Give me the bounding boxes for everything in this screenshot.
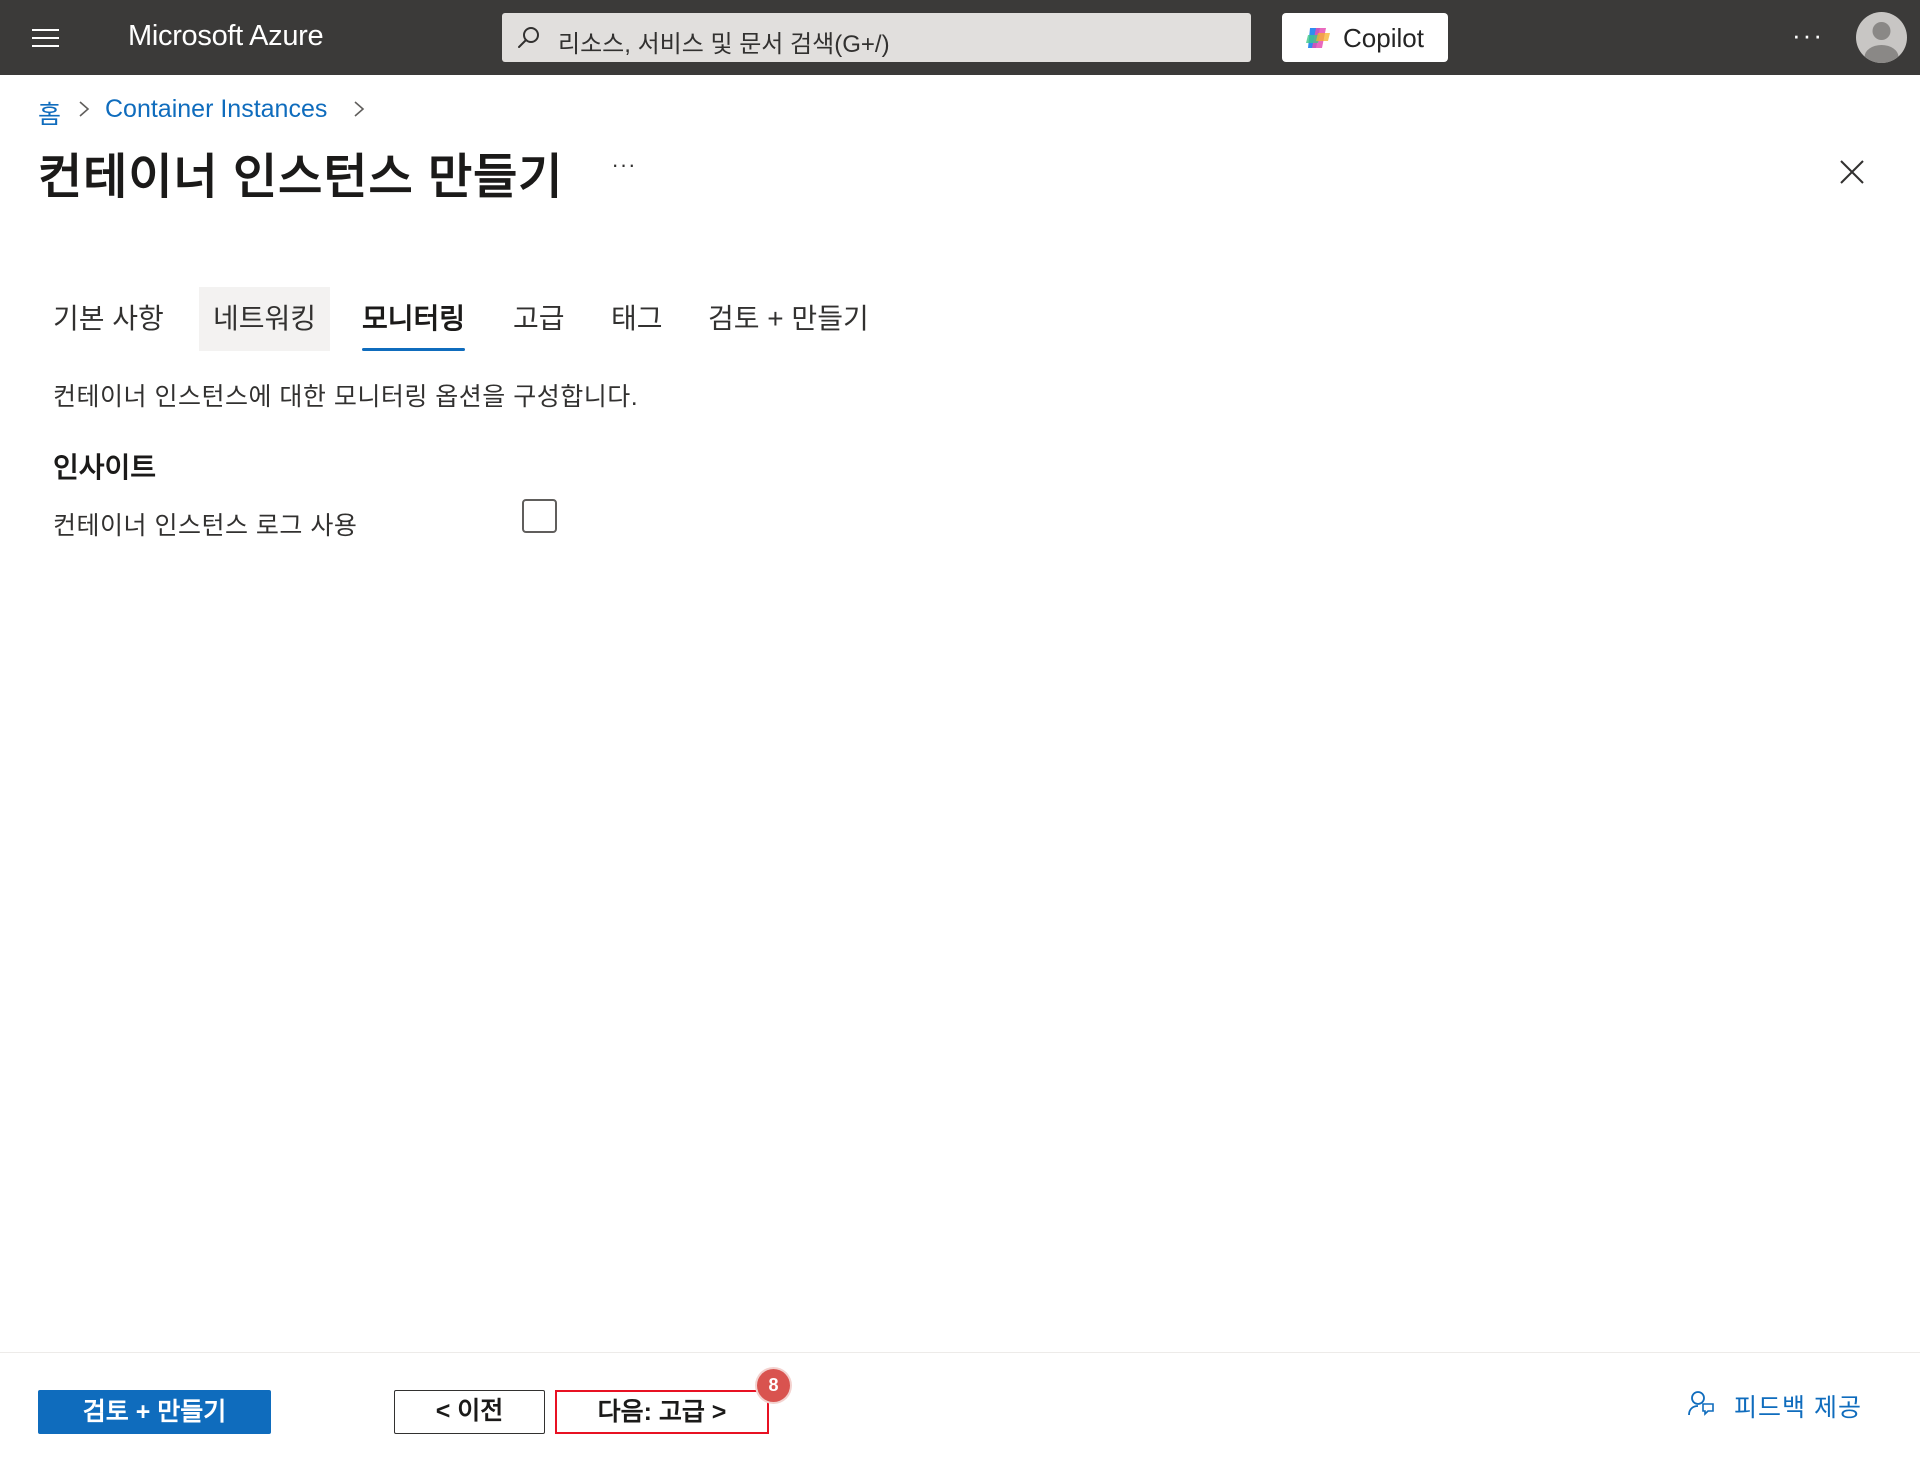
copilot-label: Copilot — [1343, 23, 1424, 53]
title-more-icon[interactable]: ··· — [604, 152, 644, 184]
search-placeholder: 리소스, 서비스 및 문서 검색(G+/) — [558, 31, 890, 58]
review-create-button[interactable]: 검토 + 만들기 — [38, 1390, 271, 1434]
log-checkbox-label: 컨테이너 인스턴스 로그 사용 — [53, 512, 358, 540]
menu-icon[interactable] — [24, 22, 66, 54]
section-title-insights: 인사이트 — [53, 452, 157, 483]
enable-logs-checkbox[interactable] — [522, 499, 557, 533]
copilot-button[interactable]: Copilot — [1282, 13, 1448, 62]
feedback-label: 피드백 제공 — [1734, 1394, 1862, 1422]
avatar[interactable] — [1856, 12, 1907, 63]
chevron-right-icon — [79, 101, 90, 117]
breadcrumb-container-instances[interactable]: Container Instances — [105, 95, 327, 124]
tab-networking[interactable]: 네트워킹 — [199, 287, 331, 351]
previous-button[interactable]: < 이전 — [394, 1390, 545, 1434]
search-icon — [518, 27, 539, 48]
tab-review-create[interactable]: 검토 + 만들기 — [694, 287, 883, 351]
tab-advanced[interactable]: 고급 — [499, 287, 579, 351]
top-bar: Microsoft Azure 리소스, 서비스 및 문서 검색(G+/) Co… — [0, 0, 1920, 75]
page-title: 컨테이너 인스턴스 만들기 — [38, 151, 564, 204]
copilot-icon — [1306, 28, 1330, 48]
brand-title[interactable]: Microsoft Azure — [128, 20, 324, 53]
step-badge: 8 — [757, 1369, 790, 1402]
tab-basics[interactable]: 기본 사항 — [39, 287, 178, 351]
feedback-icon — [1688, 1391, 1714, 1416]
active-tab-indicator — [362, 348, 466, 351]
next-advanced-button[interactable]: 다음: 고급 > — [555, 1390, 769, 1434]
search-input[interactable]: 리소스, 서비스 및 문서 검색(G+/) — [502, 13, 1251, 62]
close-icon[interactable] — [1832, 152, 1872, 192]
footer-divider — [0, 1352, 1920, 1353]
chevron-right-icon — [354, 101, 365, 117]
tab-tags[interactable]: 태그 — [597, 287, 677, 351]
user-icon — [1864, 22, 1899, 63]
more-options-icon[interactable]: ··· — [1786, 20, 1830, 54]
breadcrumb-home[interactable]: 홈 — [38, 95, 61, 131]
tab-description: 컨테이너 인스턴스에 대한 모니터링 옵션을 구성합니다. — [53, 383, 639, 411]
tab-monitoring[interactable]: 모니터링 — [348, 287, 479, 351]
